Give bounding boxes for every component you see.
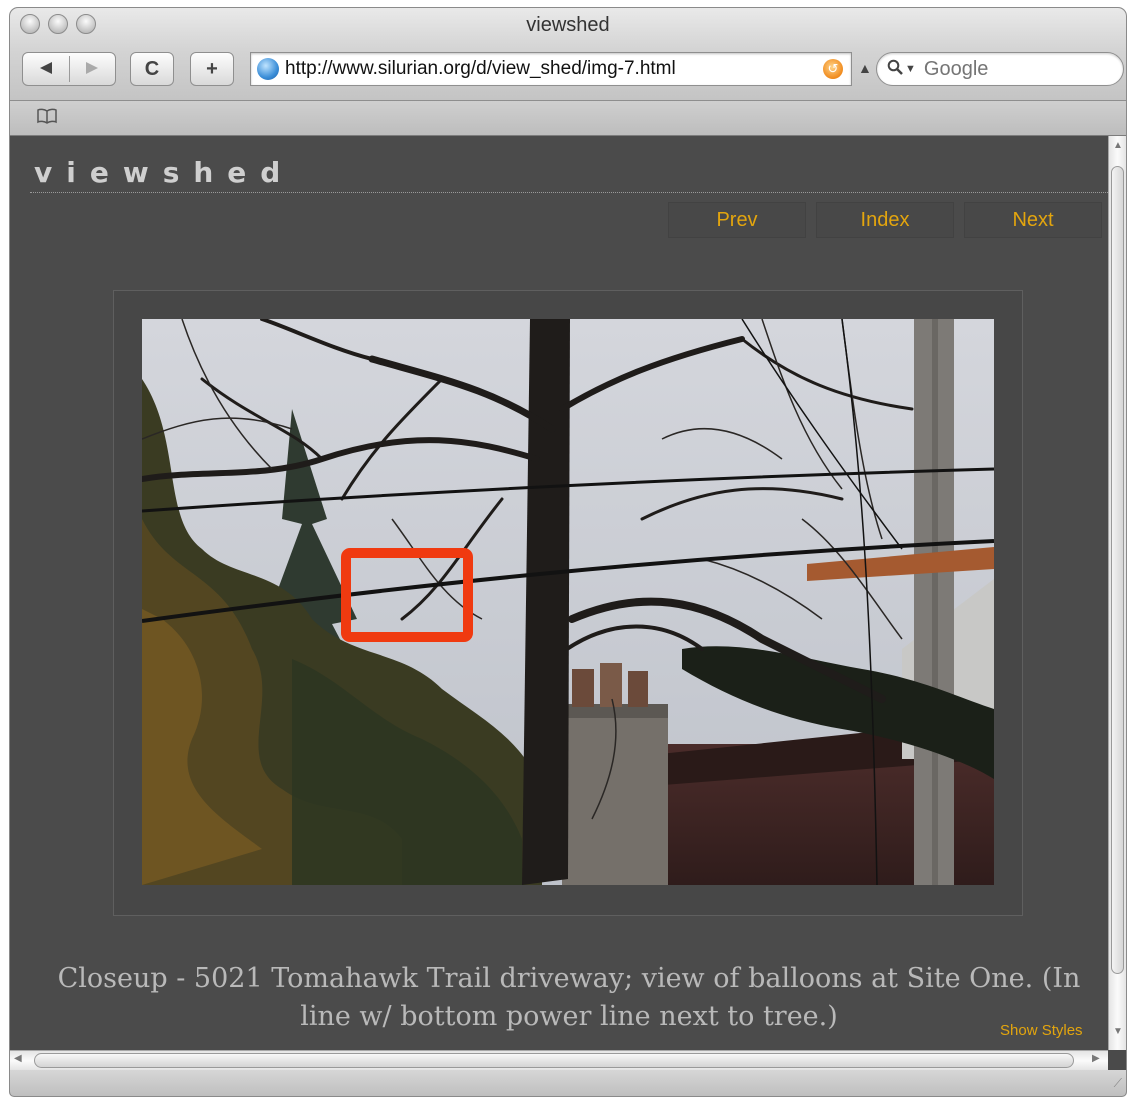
photo — [142, 319, 994, 885]
forward-button[interactable] — [69, 58, 115, 81]
address-bar[interactable]: http://www.silurian.org/d/view_shed/img-… — [250, 52, 852, 86]
snapback-icon[interactable]: ↺ — [823, 59, 843, 79]
scroll-left-icon[interactable]: ◀ — [14, 1053, 22, 1064]
photo-trees-power-lines — [142, 319, 994, 885]
plus-icon: + — [206, 57, 218, 80]
bookmarks-bar — [10, 101, 1126, 136]
back-forward-buttons — [22, 52, 116, 86]
site-title: viewshed — [34, 156, 295, 189]
globe-icon — [257, 58, 279, 80]
prev-link[interactable]: Prev — [668, 202, 806, 238]
reload-button[interactable]: C — [130, 52, 174, 86]
scroll-up-icon[interactable]: ▲ — [1113, 140, 1123, 151]
caret-up-icon: ▲ — [858, 60, 872, 76]
vertical-scroll-thumb[interactable] — [1111, 166, 1124, 974]
search-field[interactable]: ▼ — [876, 52, 1124, 86]
scroll-right-icon[interactable]: ▶ — [1092, 1053, 1100, 1064]
window-title: viewshed — [526, 14, 610, 36]
show-styles-link[interactable]: Show Styles — [1000, 1022, 1083, 1039]
book-icon[interactable] — [36, 107, 58, 130]
browser-window: viewshed C + http://www.silurian.org/d/v… — [10, 8, 1126, 1096]
index-link[interactable]: Index — [816, 202, 954, 238]
status-bar: ⟋ — [10, 1070, 1126, 1096]
add-bookmark-button[interactable]: + — [190, 52, 234, 86]
title-divider — [30, 192, 1108, 193]
horizontal-scroll-thumb[interactable] — [34, 1053, 1074, 1068]
page-content: viewshed Prev Index Next Closeup - 5021 … — [10, 136, 1108, 1050]
resize-grip-icon[interactable]: ⟋ — [1114, 1076, 1122, 1091]
address-url[interactable]: http://www.silurian.org/d/view_shed/img-… — [285, 58, 819, 80]
back-arrow-icon — [39, 61, 52, 74]
forward-arrow-icon — [86, 61, 99, 74]
vertical-scrollbar[interactable]: ▲ ▼ — [1108, 136, 1126, 1050]
photo-caption: Closeup - 5021 Tomahawk Trail driveway; … — [57, 963, 1081, 1032]
scroll-down-icon[interactable]: ▼ — [1113, 1026, 1123, 1037]
reload-icon: C — [144, 57, 160, 80]
search-input[interactable] — [921, 56, 1106, 82]
horizontal-scrollbar[interactable]: ◀ ▶ — [10, 1050, 1108, 1070]
back-button[interactable] — [23, 58, 69, 81]
search-icon — [887, 59, 903, 80]
photo-frame — [113, 290, 1023, 916]
next-link[interactable]: Next — [964, 202, 1102, 238]
browser-toolbar: viewshed C + http://www.silurian.org/d/v… — [10, 8, 1126, 101]
chevron-down-icon[interactable]: ▼ — [905, 63, 916, 75]
